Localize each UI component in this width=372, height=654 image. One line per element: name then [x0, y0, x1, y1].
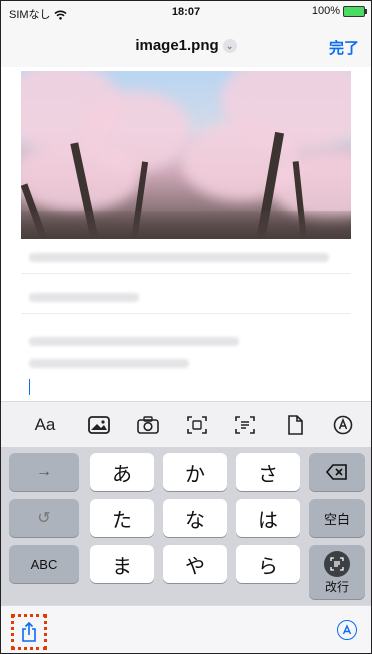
key-a[interactable]: あ — [90, 453, 154, 491]
markup-button[interactable] — [337, 620, 357, 640]
key-ma[interactable]: ま — [90, 545, 154, 583]
delete-icon — [326, 464, 347, 480]
key-abc[interactable]: ABC — [9, 545, 79, 583]
text-cursor — [29, 379, 30, 395]
chevron-down-icon[interactable]: ⌄ — [222, 39, 237, 54]
key-sa[interactable]: さ — [236, 453, 300, 491]
battery-indicator: 100% — [311, 5, 367, 17]
bottom-toolbar — [1, 605, 371, 653]
battery-percent: 100% — [311, 5, 340, 17]
share-icon — [22, 622, 36, 642]
blurred-text — [29, 359, 189, 368]
markup-icon[interactable] — [327, 410, 359, 440]
key-ya[interactable]: や — [163, 545, 227, 583]
scan-text-icon — [324, 551, 350, 577]
status-bar: SIMなし 18:07 100% — [1, 1, 371, 23]
space-key[interactable]: 空白 — [309, 499, 365, 537]
insert-toolbar: Aa — [1, 401, 371, 448]
blurred-text — [29, 337, 239, 346]
document-area[interactable] — [1, 67, 371, 401]
file-title[interactable]: image1.png ⌄ — [1, 37, 371, 54]
scan-text-icon[interactable] — [181, 410, 213, 440]
camera-icon[interactable] — [132, 410, 164, 440]
cherry-blossom-photo — [21, 71, 351, 239]
return-key[interactable]: 改行 — [309, 545, 365, 599]
key-undo[interactable]: ↺ — [9, 499, 79, 537]
nav-bar: image1.png ⌄ 完了 — [1, 23, 371, 67]
blurred-text — [29, 253, 329, 262]
done-button[interactable]: 完了 — [329, 37, 359, 58]
key-ta[interactable]: た — [90, 499, 154, 537]
file-icon[interactable] — [279, 410, 311, 440]
key-ra[interactable]: ら — [236, 545, 300, 583]
markup-icon — [342, 624, 352, 635]
photo-library-icon[interactable] — [83, 410, 115, 440]
key-ha[interactable]: は — [236, 499, 300, 537]
screen: SIMなし 18:07 100% image1.png ⌄ 完了 Aa → あ … — [0, 0, 372, 654]
key-cursor-right[interactable]: → — [9, 453, 79, 491]
scan-document-icon[interactable] — [229, 410, 261, 440]
key-na[interactable]: な — [163, 499, 227, 537]
battery-icon — [343, 5, 367, 17]
japanese-keyboard: → あ か さ ↺ た な は 空白 ABC ま や ら 改行 — [1, 447, 371, 605]
blurred-text — [29, 293, 139, 302]
share-button[interactable] — [11, 614, 47, 650]
return-label: 改行 — [324, 580, 349, 594]
key-ka[interactable]: か — [163, 453, 227, 491]
backspace-key[interactable] — [309, 453, 365, 491]
format-button[interactable]: Aa — [29, 410, 61, 440]
